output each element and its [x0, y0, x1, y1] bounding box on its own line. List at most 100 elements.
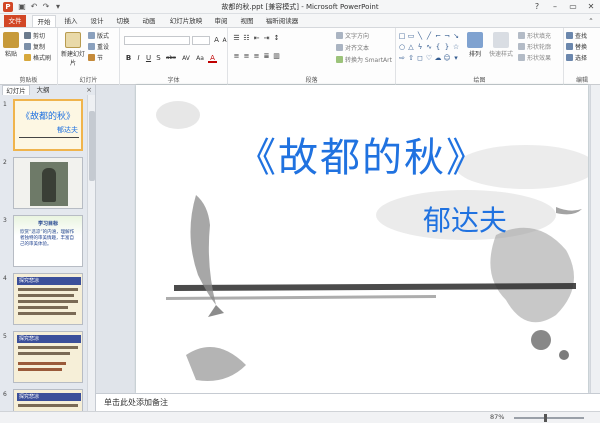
tab-animations[interactable]: 动画: [138, 15, 160, 27]
arrow-shape-icon[interactable]: ↘: [452, 32, 460, 40]
connector-shape-icon[interactable]: ¬: [443, 32, 451, 40]
thumbnail-title: 《故都的秋》: [20, 112, 75, 122]
shape-effects-button[interactable]: 形状效果: [518, 54, 551, 63]
curve-shape-icon[interactable]: ∿: [425, 43, 433, 51]
find-button[interactable]: 查找: [566, 32, 587, 41]
tab-insert[interactable]: 插入: [60, 15, 82, 27]
slides-panel-scrollbar[interactable]: [87, 95, 95, 411]
cloud-shape-icon[interactable]: ☁: [434, 54, 442, 62]
star-shape-icon[interactable]: ☆: [452, 43, 460, 51]
notes-pane[interactable]: 单击此处添加备注: [96, 393, 600, 411]
paste-button[interactable]: 粘贴: [2, 32, 20, 58]
font-name-combo[interactable]: [124, 36, 190, 45]
arrange-button[interactable]: 排列: [464, 32, 486, 58]
tab-review[interactable]: 审阅: [210, 15, 232, 27]
lightning-shape-icon[interactable]: ϟ: [416, 43, 424, 51]
smiley-shape-icon[interactable]: ☺: [443, 54, 451, 62]
editing-group: 查找 替换 选择 编辑: [564, 28, 600, 85]
replace-button[interactable]: 替换: [566, 43, 587, 52]
slide-thumbnail-4[interactable]: 探究悲凉: [13, 273, 83, 325]
columns-icon[interactable]: ▥: [272, 52, 281, 61]
justify-icon[interactable]: ≣: [262, 52, 271, 61]
shape-fill-button[interactable]: 形状填充: [518, 32, 551, 41]
format-painter-button[interactable]: 格式刷: [24, 54, 51, 63]
ellipse-shape-icon[interactable]: ○: [398, 43, 406, 51]
shape-outline-button[interactable]: 形状轮廓: [518, 43, 551, 52]
line-shape-icon[interactable]: ╲: [416, 32, 424, 40]
line-shape-icon[interactable]: ╱: [425, 32, 433, 40]
bullets-icon[interactable]: ☰: [232, 34, 241, 43]
help-icon[interactable]: ?: [528, 0, 546, 13]
line-spacing-icon[interactable]: ↕: [272, 34, 281, 43]
close-panel-icon[interactable]: ×: [86, 85, 92, 95]
change-case-button[interactable]: Aa: [194, 54, 206, 63]
tab-file[interactable]: 文件: [4, 15, 26, 27]
thumbnail-text-line: [18, 306, 68, 309]
tab-slideshow[interactable]: 幻灯片放映: [166, 15, 206, 27]
tab-foxit-reader[interactable]: 福昕阅读器: [262, 15, 302, 27]
decrease-indent-icon[interactable]: ⇤: [252, 34, 261, 43]
align-center-icon[interactable]: ≡: [242, 52, 251, 61]
align-left-icon[interactable]: ≡: [232, 52, 241, 61]
connector-shape-icon[interactable]: ⌐: [434, 32, 442, 40]
arrow-shape-icon[interactable]: ⇨: [398, 54, 406, 62]
scrollbar-thumb[interactable]: [89, 111, 95, 181]
tab-outline[interactable]: 大纲: [32, 85, 54, 95]
slide-thumbnail-6[interactable]: 探究悲凉: [13, 389, 83, 411]
underline-button[interactable]: U: [144, 54, 153, 63]
rectangle-shape-icon[interactable]: ▭: [407, 32, 415, 40]
align-text-button[interactable]: 对齐文本: [336, 44, 369, 53]
tab-view[interactable]: 视图: [236, 15, 258, 27]
smartart-button[interactable]: 转换为 SmartArt: [336, 56, 392, 65]
brace-shape-icon[interactable]: {: [434, 43, 442, 51]
slide-author[interactable]: 郁达夫: [423, 199, 507, 239]
slide-thumbnail-1[interactable]: 《故都的秋》 郁达夫: [13, 99, 83, 151]
section-button[interactable]: 节: [88, 54, 103, 63]
cut-button[interactable]: 剪切: [24, 32, 45, 41]
slide-number: 2: [3, 159, 7, 166]
copy-button[interactable]: 复制: [24, 43, 45, 52]
new-slide-button[interactable]: 新建幻灯片: [60, 32, 86, 67]
slide-thumbnail-5[interactable]: 探究悲凉: [13, 331, 83, 383]
reset-button[interactable]: 重设: [88, 43, 109, 52]
main-vertical-scrollbar[interactable]: [590, 85, 600, 393]
quick-styles-button[interactable]: 快速样式: [488, 32, 514, 58]
select-button[interactable]: 选择: [566, 54, 587, 63]
notes-placeholder[interactable]: 单击此处添加备注: [104, 397, 168, 408]
bold-button[interactable]: B: [124, 54, 133, 63]
character-spacing-button[interactable]: AV: [180, 54, 192, 63]
zoom-level[interactable]: 87%: [490, 413, 504, 421]
current-slide[interactable]: 《故都的秋》 郁达夫: [136, 85, 588, 393]
numbering-icon[interactable]: ☷: [242, 34, 251, 43]
minimize-button[interactable]: –: [546, 0, 564, 13]
font-color-button[interactable]: A: [208, 54, 217, 63]
font-size-combo[interactable]: [192, 36, 210, 45]
zoom-slider-knob[interactable]: [544, 414, 547, 422]
maximize-button[interactable]: ▭: [564, 0, 582, 13]
increase-indent-icon[interactable]: ⇥: [262, 34, 271, 43]
more-shapes-icon[interactable]: ▾: [452, 54, 460, 62]
callout-shape-icon[interactable]: ◻: [416, 54, 424, 62]
text-direction-button[interactable]: 文字方向: [336, 32, 369, 41]
align-right-icon[interactable]: ≡: [252, 52, 261, 61]
tab-home[interactable]: 开始: [32, 15, 56, 27]
close-button[interactable]: ✕: [582, 0, 600, 13]
italic-button[interactable]: I: [134, 54, 143, 63]
shadow-button[interactable]: S: [154, 54, 163, 63]
slide-title[interactable]: 《故都的秋》: [136, 125, 588, 183]
arrow-shape-icon[interactable]: ⇧: [407, 54, 415, 62]
slide-thumbnail-3[interactable]: 学习目标 欣赏“悲凉”的内涵，理解作者独特的审美情趣，丰富自己的审美体验。: [13, 215, 83, 267]
brace-shape-icon[interactable]: }: [443, 43, 451, 51]
zoom-slider[interactable]: [514, 414, 584, 422]
tab-transitions[interactable]: 切换: [112, 15, 134, 27]
slide-thumbnail-2[interactable]: [13, 157, 83, 209]
cursor-icon: [566, 54, 573, 61]
triangle-shape-icon[interactable]: △: [407, 43, 415, 51]
layout-button[interactable]: 版式: [88, 32, 109, 41]
heart-shape-icon[interactable]: ♡: [425, 54, 433, 62]
rectangle-shape-icon[interactable]: □: [398, 32, 406, 40]
tab-slides[interactable]: 幻灯片: [2, 85, 30, 95]
tab-design[interactable]: 设计: [86, 15, 108, 27]
help-ribbon-icon[interactable]: ⌃: [586, 15, 596, 27]
strikethrough-button[interactable]: abc: [164, 54, 178, 63]
